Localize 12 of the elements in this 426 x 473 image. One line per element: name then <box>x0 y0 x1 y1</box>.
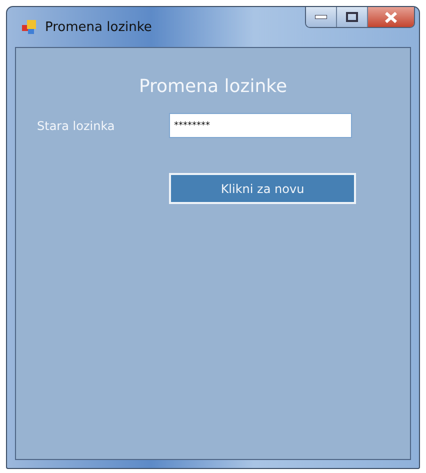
field-label: Stara lozinka <box>37 118 116 132</box>
app-icon <box>21 19 37 35</box>
maximize-button[interactable] <box>337 7 368 27</box>
password-field[interactable]: ******** <box>169 113 352 138</box>
new-password-button[interactable]: Klikni za novu <box>169 173 356 204</box>
form-heading: Promena lozinke <box>138 76 288 97</box>
close-icon <box>385 12 397 22</box>
minimize-icon <box>315 15 327 19</box>
window-title: Promena lozinke <box>45 20 152 34</box>
close-button[interactable] <box>368 7 414 27</box>
minimize-button[interactable] <box>306 7 337 27</box>
maximize-icon <box>346 12 358 22</box>
